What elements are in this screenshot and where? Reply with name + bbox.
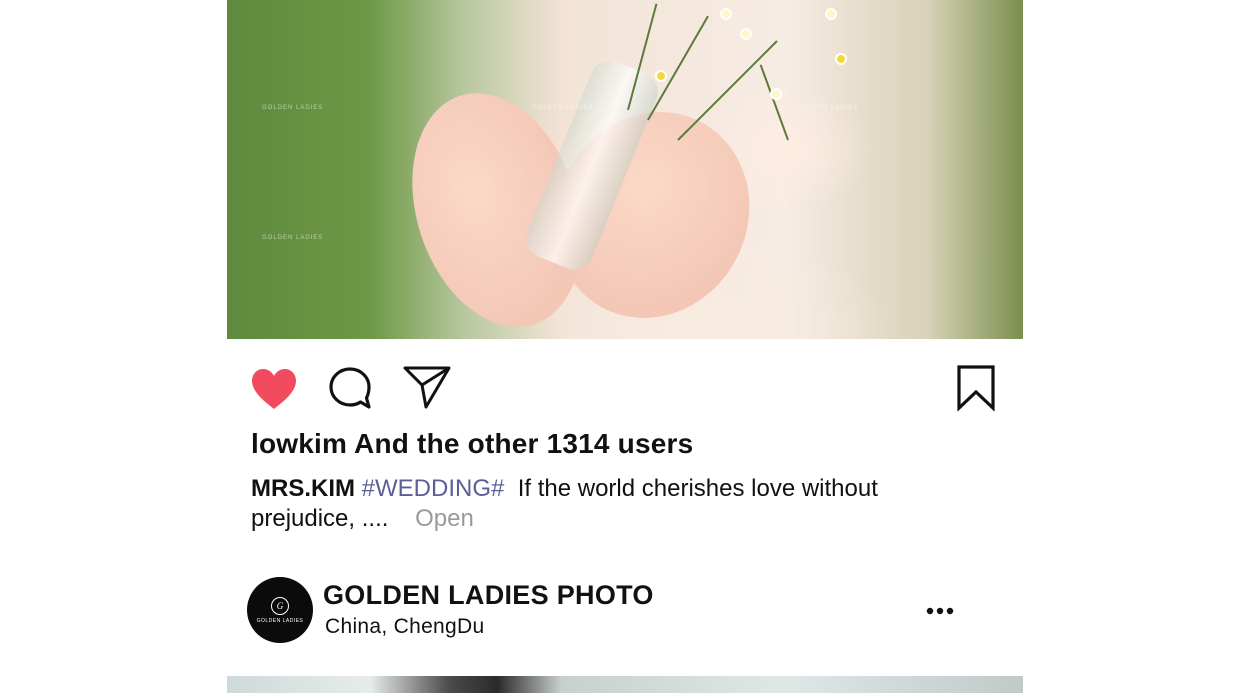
send-icon[interactable] [402, 364, 452, 410]
post-photo[interactable]: GOLDEN LADIES GOLDEN LADIES GOLDEN LADIE… [227, 0, 1023, 339]
next-post-photo[interactable] [227, 676, 1023, 693]
photo-watermark: GOLDEN LADIES [262, 105, 324, 111]
photo-flower [772, 90, 780, 98]
post-actions [227, 339, 1023, 429]
account-name[interactable]: GOLDEN LADIES PHOTO [323, 580, 654, 611]
likes-count[interactable]: lowkim And the other 1314 users [251, 428, 693, 460]
avatar-logo-text: GOLDEN LADIES [256, 617, 304, 624]
photo-flower [722, 10, 730, 18]
bookmark-icon[interactable] [956, 364, 996, 412]
caption-text: If the world cherishes love without [517, 475, 878, 502]
photo-stem [759, 64, 789, 141]
photo-stem [647, 15, 709, 121]
avatar[interactable]: G GOLDEN LADIES [247, 577, 313, 643]
avatar-logo-icon: G [271, 596, 289, 615]
caption-open-link[interactable]: Open [415, 505, 474, 532]
comment-icon[interactable] [327, 365, 373, 411]
caption-username[interactable]: MRS.KIM [251, 475, 355, 502]
photo-watermark: GOLDEN LADIES [262, 235, 324, 241]
photo-flower [827, 10, 835, 18]
post-location[interactable]: China, ChengDu [325, 615, 484, 639]
photo-stem [677, 40, 778, 141]
caption-hashtag[interactable]: #WEDDING# [362, 475, 505, 502]
photo-flower [742, 30, 750, 38]
photo-flower [657, 72, 665, 80]
heart-icon[interactable] [249, 367, 299, 411]
caption-text-continued: prejudice, .... [251, 505, 389, 532]
more-dots-icon[interactable] [925, 596, 955, 626]
photo-watermark: GOLDEN LADIES [532, 105, 594, 111]
photo-watermark: GOLDEN LADIES [797, 105, 859, 111]
post-caption: MRS.KIM #WEDDING# If the world cherishes… [251, 474, 951, 534]
photo-flower [837, 55, 845, 63]
feed: GOLDEN LADIES GOLDEN LADIES GOLDEN LADIE… [227, 0, 1023, 693]
